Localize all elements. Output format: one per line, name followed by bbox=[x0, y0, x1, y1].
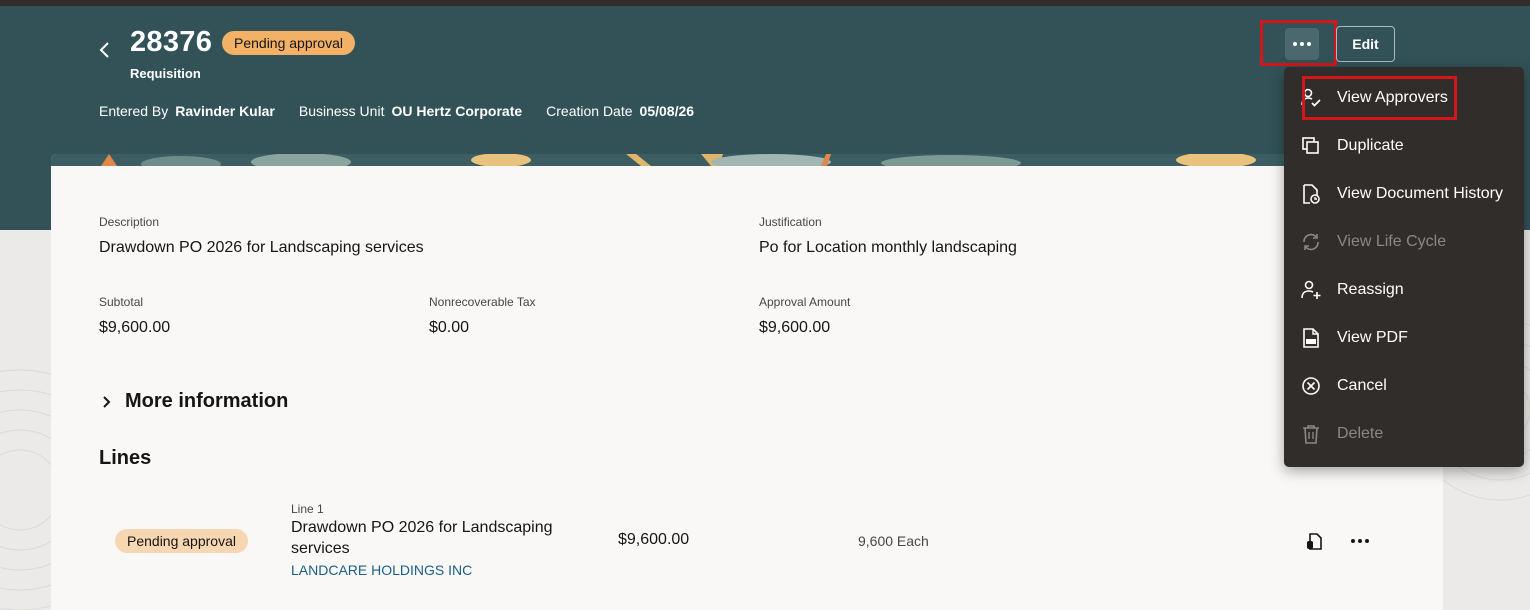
menu-item-label: Delete bbox=[1337, 425, 1384, 442]
menu-item-view-approvers[interactable]: View Approvers bbox=[1284, 74, 1524, 122]
more-dot bbox=[1351, 539, 1355, 543]
menu-item-label: Cancel bbox=[1337, 377, 1387, 394]
record-number: 28376 bbox=[130, 26, 213, 58]
justification-value: Po for Location monthly landscaping bbox=[759, 239, 1017, 256]
subtotal-label: Subtotal bbox=[99, 295, 144, 309]
line-description: Drawdown PO 2026 for Landscaping service… bbox=[291, 519, 553, 557]
more-information-toggle[interactable]: More information bbox=[99, 390, 288, 413]
line-more-actions-button[interactable] bbox=[1347, 530, 1373, 552]
menu-item-label: View Approvers bbox=[1337, 89, 1448, 106]
menu-item-label: Reassign bbox=[1337, 281, 1404, 298]
menu-item-view-document-history[interactable]: View Document History bbox=[1284, 170, 1524, 218]
menu-item-delete[interactable]: Delete bbox=[1284, 410, 1524, 458]
duplicate-icon bbox=[1302, 137, 1319, 154]
entered-by-label: Entered By bbox=[99, 103, 169, 119]
menu-item-label: View Document History bbox=[1337, 185, 1503, 202]
more-information-label: More information bbox=[125, 390, 289, 412]
creation-date-label: Creation Date bbox=[546, 103, 633, 119]
attachment-document-icon[interactable] bbox=[1303, 531, 1325, 553]
card-banner-art bbox=[51, 154, 1443, 166]
approval-amount-label: Approval Amount bbox=[759, 295, 851, 309]
subtotal-value: $9,600.00 bbox=[99, 319, 171, 336]
justification-label: Justification bbox=[759, 215, 822, 229]
reassign-icon bbox=[1301, 280, 1321, 299]
creation-date-field: Creation Date 05/08/26 bbox=[546, 103, 694, 119]
more-dot bbox=[1300, 42, 1304, 46]
subtotal-field: Subtotal $9,600.00 bbox=[99, 295, 170, 337]
menu-item-label: View PDF bbox=[1337, 329, 1408, 346]
entered-by-field: Entered By Ravinder Kular bbox=[99, 103, 275, 119]
menu-item-cancel[interactable]: Cancel bbox=[1284, 362, 1524, 410]
cancel-icon bbox=[1302, 377, 1320, 395]
menu-item-reassign[interactable]: Reassign bbox=[1284, 266, 1524, 314]
menu-item-label: View Life Cycle bbox=[1337, 233, 1447, 250]
line-amount: $9,600.00 bbox=[618, 531, 690, 548]
tax-field: Nonrecoverable Tax $0.00 bbox=[429, 295, 536, 337]
entered-by-value: Ravinder Kular bbox=[175, 103, 275, 119]
justification-field: Justification Po for Location monthly la… bbox=[759, 215, 1017, 257]
line-quantity: 9,600 Each bbox=[858, 533, 929, 549]
menu-item-duplicate[interactable]: Duplicate bbox=[1284, 122, 1524, 170]
header-meta: Entered By Ravinder Kular Business Unit OU… bbox=[99, 103, 694, 119]
description-field: Description Drawdown PO 2026 for Landsca… bbox=[99, 215, 424, 257]
approvers-icon bbox=[1301, 88, 1321, 107]
approval-amount-field: Approval Amount $9,600.00 bbox=[759, 295, 850, 337]
back-button[interactable] bbox=[92, 36, 118, 64]
more-dot bbox=[1293, 42, 1297, 46]
line-status-badge: Pending approval bbox=[115, 529, 248, 553]
tax-label: Nonrecoverable Tax bbox=[429, 295, 536, 309]
document-history-icon bbox=[1303, 184, 1320, 204]
chevron-left-icon bbox=[99, 42, 109, 58]
more-dot bbox=[1358, 539, 1362, 543]
more-dot bbox=[1365, 539, 1369, 543]
business-unit-label: Business Unit bbox=[298, 103, 385, 119]
menu-item-view-life-cycle[interactable]: View Life Cycle bbox=[1284, 218, 1524, 266]
details-card: Description Drawdown PO 2026 for Landsca… bbox=[51, 154, 1443, 610]
creation-date-value: 05/08/26 bbox=[639, 103, 695, 119]
record-type: Requisition bbox=[130, 66, 201, 81]
chevron-right-icon bbox=[103, 395, 111, 408]
line-supplier-link[interactable]: LANDCARE HOLDINGS INC bbox=[291, 562, 472, 578]
life-cycle-icon bbox=[1303, 233, 1319, 251]
description-label: Description bbox=[99, 215, 160, 229]
menu-item-label: Duplicate bbox=[1337, 137, 1404, 154]
description-value: Drawdown PO 2026 for Landscaping service… bbox=[99, 239, 424, 256]
business-unit-field: Business Unit OU Hertz Corporate bbox=[299, 103, 522, 119]
pdf-icon bbox=[1303, 328, 1319, 348]
approval-amount-value: $9,600.00 bbox=[759, 319, 831, 336]
lines-heading: Lines bbox=[99, 447, 152, 469]
trash-icon bbox=[1303, 425, 1319, 444]
edit-button[interactable]: Edit bbox=[1336, 26, 1395, 62]
business-unit-value: OU Hertz Corporate bbox=[391, 103, 523, 119]
line-number: Line 1 bbox=[291, 502, 324, 516]
more-dot bbox=[1307, 42, 1311, 46]
status-badge: Pending approval bbox=[222, 31, 355, 55]
tax-value: $0.00 bbox=[429, 319, 470, 336]
more-actions-button[interactable] bbox=[1285, 28, 1319, 60]
actions-menu: View Approvers Duplicate View Document H… bbox=[1284, 67, 1524, 467]
menu-item-view-pdf[interactable]: View PDF bbox=[1284, 314, 1524, 362]
